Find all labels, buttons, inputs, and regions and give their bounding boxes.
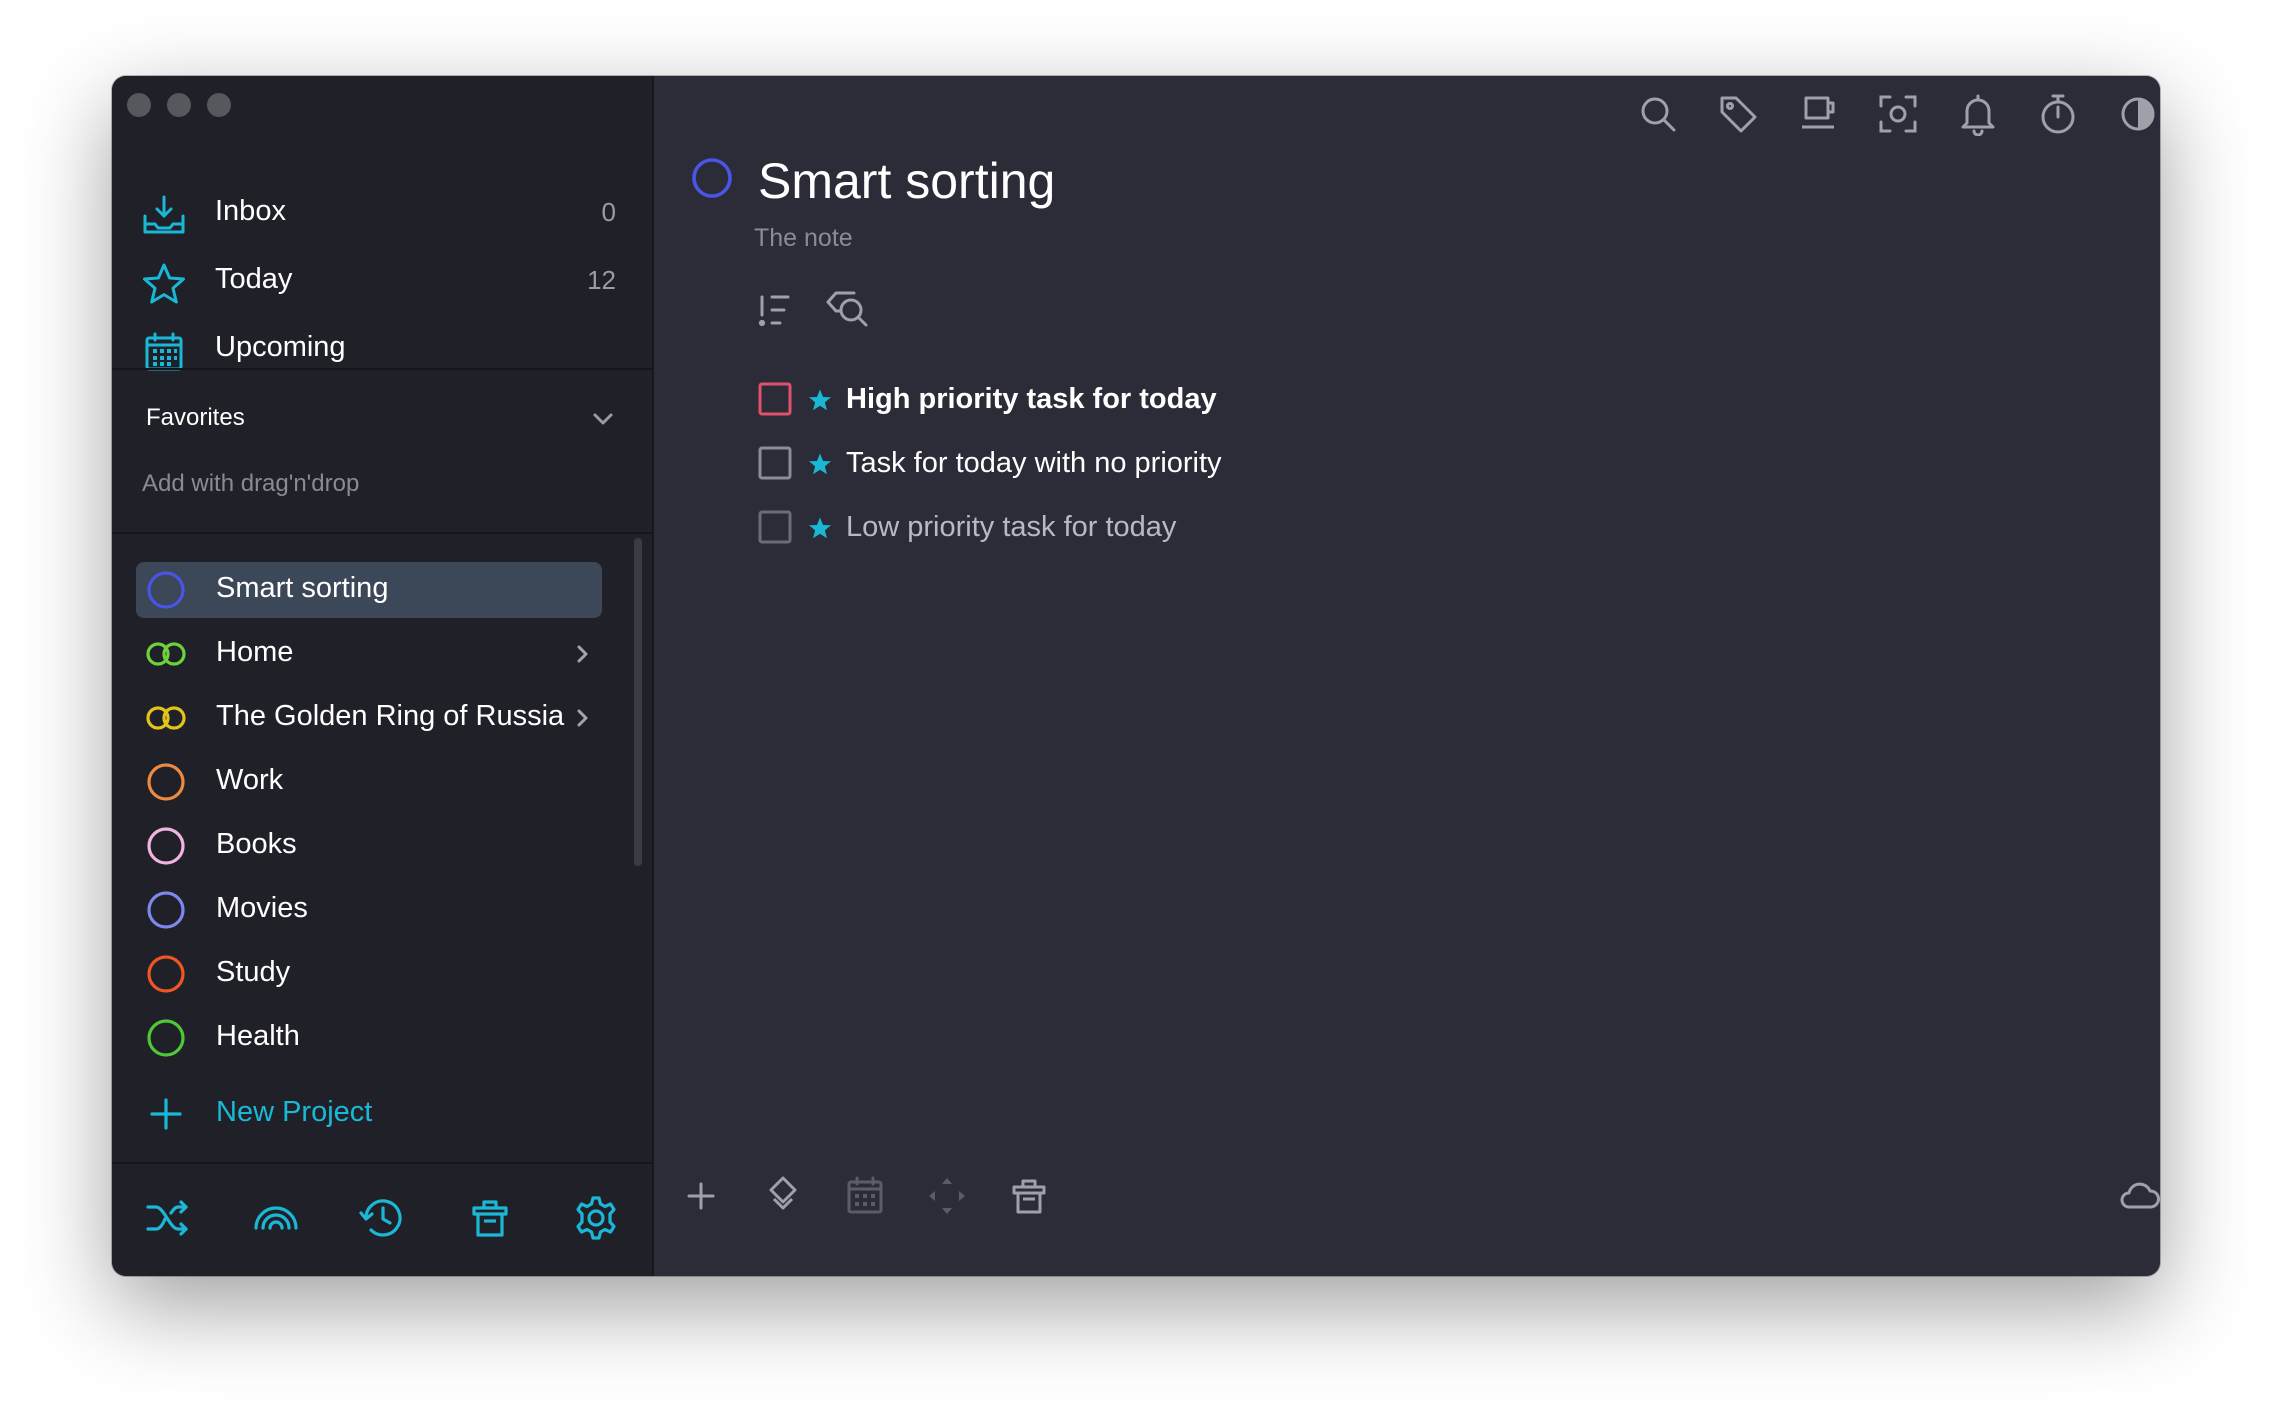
task-label: Low priority task for today — [846, 511, 1177, 543]
sort-priority-icon[interactable] — [754, 288, 800, 334]
shuffle-icon[interactable] — [144, 1194, 192, 1242]
new-project-button[interactable]: New Project — [136, 1086, 602, 1142]
plus-icon — [144, 1092, 188, 1136]
task-checkbox[interactable] — [758, 510, 792, 544]
star-icon — [808, 516, 832, 540]
stopwatch-icon[interactable] — [2036, 92, 2080, 136]
trash-icon[interactable] — [1007, 1174, 1051, 1218]
project-golden-ring[interactable]: The Golden Ring of Russia — [136, 690, 602, 746]
mug-icon[interactable] — [1796, 92, 1840, 136]
sidebar-scrollbar[interactable] — [634, 538, 642, 866]
divider — [112, 532, 652, 534]
project-work[interactable]: Work — [136, 754, 602, 810]
project-label: Health — [216, 1020, 300, 1052]
task-label: Task for today with no priority — [846, 447, 1222, 479]
favorites-hint: Add with drag'n'drop — [142, 470, 360, 497]
settings-icon[interactable] — [572, 1194, 620, 1242]
task-row[interactable]: High priority task for today — [758, 378, 1658, 422]
task-label: High priority task for today — [846, 383, 1217, 415]
sidebar-item-label: Today — [215, 263, 293, 295]
project-smart-sorting[interactable]: Smart sorting — [136, 562, 602, 618]
project-circle-icon — [144, 760, 188, 804]
project-circle-icon — [144, 1016, 188, 1060]
minimize-window-button[interactable] — [167, 93, 191, 117]
project-home[interactable]: Home — [136, 626, 602, 682]
contrast-icon[interactable] — [2116, 92, 2160, 136]
project-label: Movies — [216, 892, 308, 924]
project-group-icon — [144, 632, 188, 676]
tag-icon[interactable] — [1716, 92, 1760, 136]
close-window-button[interactable] — [127, 93, 151, 117]
project-label: The Golden Ring of Russia — [216, 700, 565, 732]
task-checkbox[interactable] — [758, 446, 792, 480]
smart-search-icon[interactable] — [824, 288, 870, 334]
chevron-right-icon[interactable] — [572, 706, 592, 730]
project-title[interactable]: Smart sorting — [758, 152, 1055, 210]
sidebar-item-label: Upcoming — [215, 331, 346, 363]
rainbow-icon[interactable] — [252, 1194, 300, 1242]
zoom-window-button[interactable] — [207, 93, 231, 117]
sidebar-bottom-bar — [112, 1164, 652, 1276]
favorites-title: Favorites — [146, 404, 245, 431]
new-project-label: New Project — [216, 1096, 373, 1128]
project-label: Smart sorting — [216, 572, 389, 604]
star-icon — [142, 262, 186, 306]
sidebar-item-upcoming[interactable]: Upcoming — [112, 316, 652, 384]
trash-icon[interactable] — [466, 1194, 514, 1242]
star-icon — [808, 388, 832, 412]
project-note[interactable]: The note — [754, 224, 853, 253]
project-label: Work — [216, 764, 284, 796]
project-circle-icon — [144, 824, 188, 868]
sidebar-item-today[interactable]: Today 12 — [112, 248, 652, 316]
inbox-icon — [142, 194, 186, 238]
project-books[interactable]: Books — [136, 818, 602, 874]
project-circle-icon — [144, 952, 188, 996]
today-count: 12 — [587, 265, 616, 295]
bell-icon[interactable] — [1956, 92, 2000, 136]
project-movies[interactable]: Movies — [136, 882, 602, 938]
project-circle-icon — [144, 888, 188, 932]
move-icon[interactable] — [925, 1174, 969, 1218]
calendar-icon[interactable] — [843, 1174, 887, 1218]
star-icon — [808, 452, 832, 476]
project-group-icon — [144, 696, 188, 740]
sidebar: Inbox 0 Today 12 Upcoming Favorites Add … — [112, 76, 654, 1276]
project-circle-icon[interactable] — [690, 156, 734, 200]
inbox-count: 0 — [601, 197, 616, 227]
task-row[interactable]: Task for today with no priority — [758, 442, 1658, 486]
project-circle-icon — [144, 568, 188, 612]
project-health[interactable]: Health — [136, 1010, 602, 1066]
task-row[interactable]: Low priority task for today — [758, 506, 1658, 550]
layers-icon[interactable] — [761, 1174, 805, 1218]
project-label: Study — [216, 956, 291, 988]
chevron-down-icon[interactable] — [590, 408, 616, 430]
sidebar-item-inbox[interactable]: Inbox 0 — [112, 180, 652, 248]
cloud-icon[interactable] — [2118, 1174, 2160, 1218]
chevron-right-icon[interactable] — [572, 642, 592, 666]
history-icon[interactable] — [358, 1194, 406, 1242]
search-icon[interactable] — [1636, 92, 1680, 136]
project-label: Home — [216, 636, 294, 668]
add-icon[interactable] — [679, 1174, 723, 1218]
task-checkbox[interactable] — [758, 382, 792, 416]
app-window: Inbox 0 Today 12 Upcoming Favorites Add … — [112, 76, 2160, 1276]
divider — [112, 368, 652, 370]
project-study[interactable]: Study — [136, 946, 602, 1002]
sidebar-item-label: Inbox — [215, 195, 286, 227]
focus-icon[interactable] — [1876, 92, 1920, 136]
project-label: Books — [216, 828, 297, 860]
main-panel: Smart sorting The note High priority tas… — [654, 76, 2160, 1276]
